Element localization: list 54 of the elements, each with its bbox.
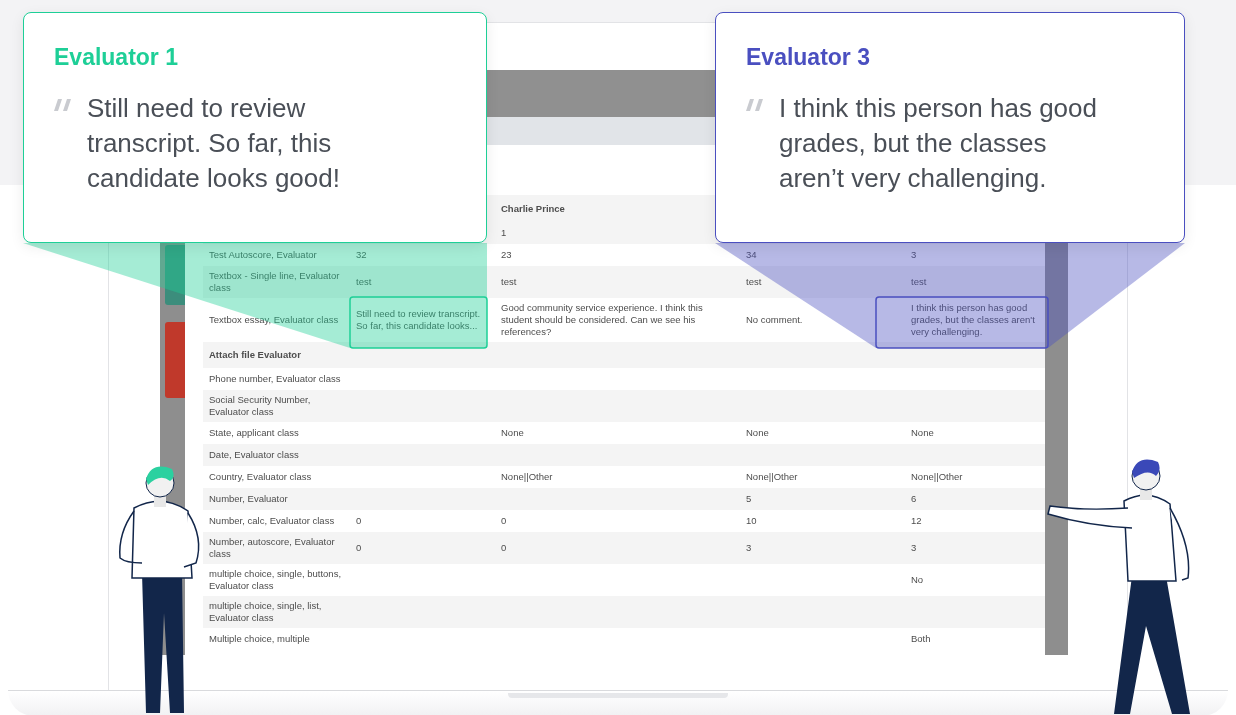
sidebar-block (165, 245, 185, 305)
table-cell: None (911, 427, 934, 439)
table-cell: 3 (911, 542, 917, 554)
table-cell: Both (911, 633, 931, 645)
table-cell: 0 (356, 542, 362, 554)
row-label: Number, Evaluator (209, 493, 288, 505)
table-cell: 0 (501, 542, 507, 554)
row-label: Textbox - Single line, Evaluator class (209, 270, 341, 294)
row-label: Number, autoscore, Evaluator class (209, 536, 336, 560)
quote-icon (54, 99, 72, 111)
row-label: Test Autoscore, Evaluator (209, 249, 317, 261)
table-cell: 0 (501, 515, 507, 527)
table-cell: 3 (911, 249, 917, 261)
row-label: Social Security Number, Evaluator class (209, 394, 312, 418)
row-label: Multiple choice, multiple (209, 633, 310, 645)
table-cell: None (746, 427, 769, 439)
table-cell: test (501, 276, 517, 288)
row-label: multiple choice, single, buttons, Evaluator class (209, 568, 342, 592)
table-cell: test (911, 276, 927, 288)
table-cell: 1 (501, 227, 507, 239)
table-cell: None (501, 427, 524, 439)
table-cell-text: I think this person has good grades, but the classes aren't very challenging. (911, 302, 1036, 338)
row-label: Phone number, Evaluator class (209, 373, 341, 385)
table-cell: No comment. (746, 314, 803, 326)
row-label: Number, calc, Evaluator class (209, 515, 335, 527)
table-cell: 32 (356, 249, 367, 261)
table-cell: 10 (746, 515, 757, 527)
row-label: State, applicant class (209, 427, 299, 439)
table-cell: 0 (356, 515, 362, 527)
column-header: Charlie Prince (501, 202, 565, 215)
row-label: Attach file Evaluator (209, 349, 301, 361)
table-cell: 3 (746, 542, 752, 554)
table-cell: test (356, 276, 372, 288)
table-cell: 6 (911, 493, 917, 505)
table-cell: 5 (746, 493, 752, 505)
table-cell-text: Still need to review transcript. So far, this candidate looks... (356, 308, 482, 332)
row-label: Textbox essay, Evaluator class (209, 314, 339, 326)
quote-icon (746, 99, 764, 111)
quote-text: I think this person has good grades, but the classes aren’t very challenging. (779, 92, 1098, 195)
callout-title: Evaluator 3 (746, 43, 871, 71)
table-cell: 12 (911, 515, 922, 527)
quote-text: Still need to review transcript. So far, this candidate looks good! (87, 92, 341, 195)
callout-title: Evaluator 1 (54, 43, 179, 71)
table-cell: None||Other (746, 471, 798, 483)
table-cell: 34 (746, 249, 757, 261)
table-cell: None||Other (911, 471, 963, 483)
table-cell: No (911, 574, 924, 586)
table-cell: test (746, 276, 762, 288)
table-cell: None||Other (501, 471, 553, 483)
table-cell-text: Good community service experience. I think this student should be considered. Can we see his references? (501, 302, 704, 338)
table-cell: 23 (501, 249, 512, 261)
row-label: Date, Evaluator class (209, 449, 299, 461)
row-label: Country, Evaluator class (209, 471, 312, 483)
row-label: multiple choice, single, list, Evaluator class (209, 600, 323, 624)
